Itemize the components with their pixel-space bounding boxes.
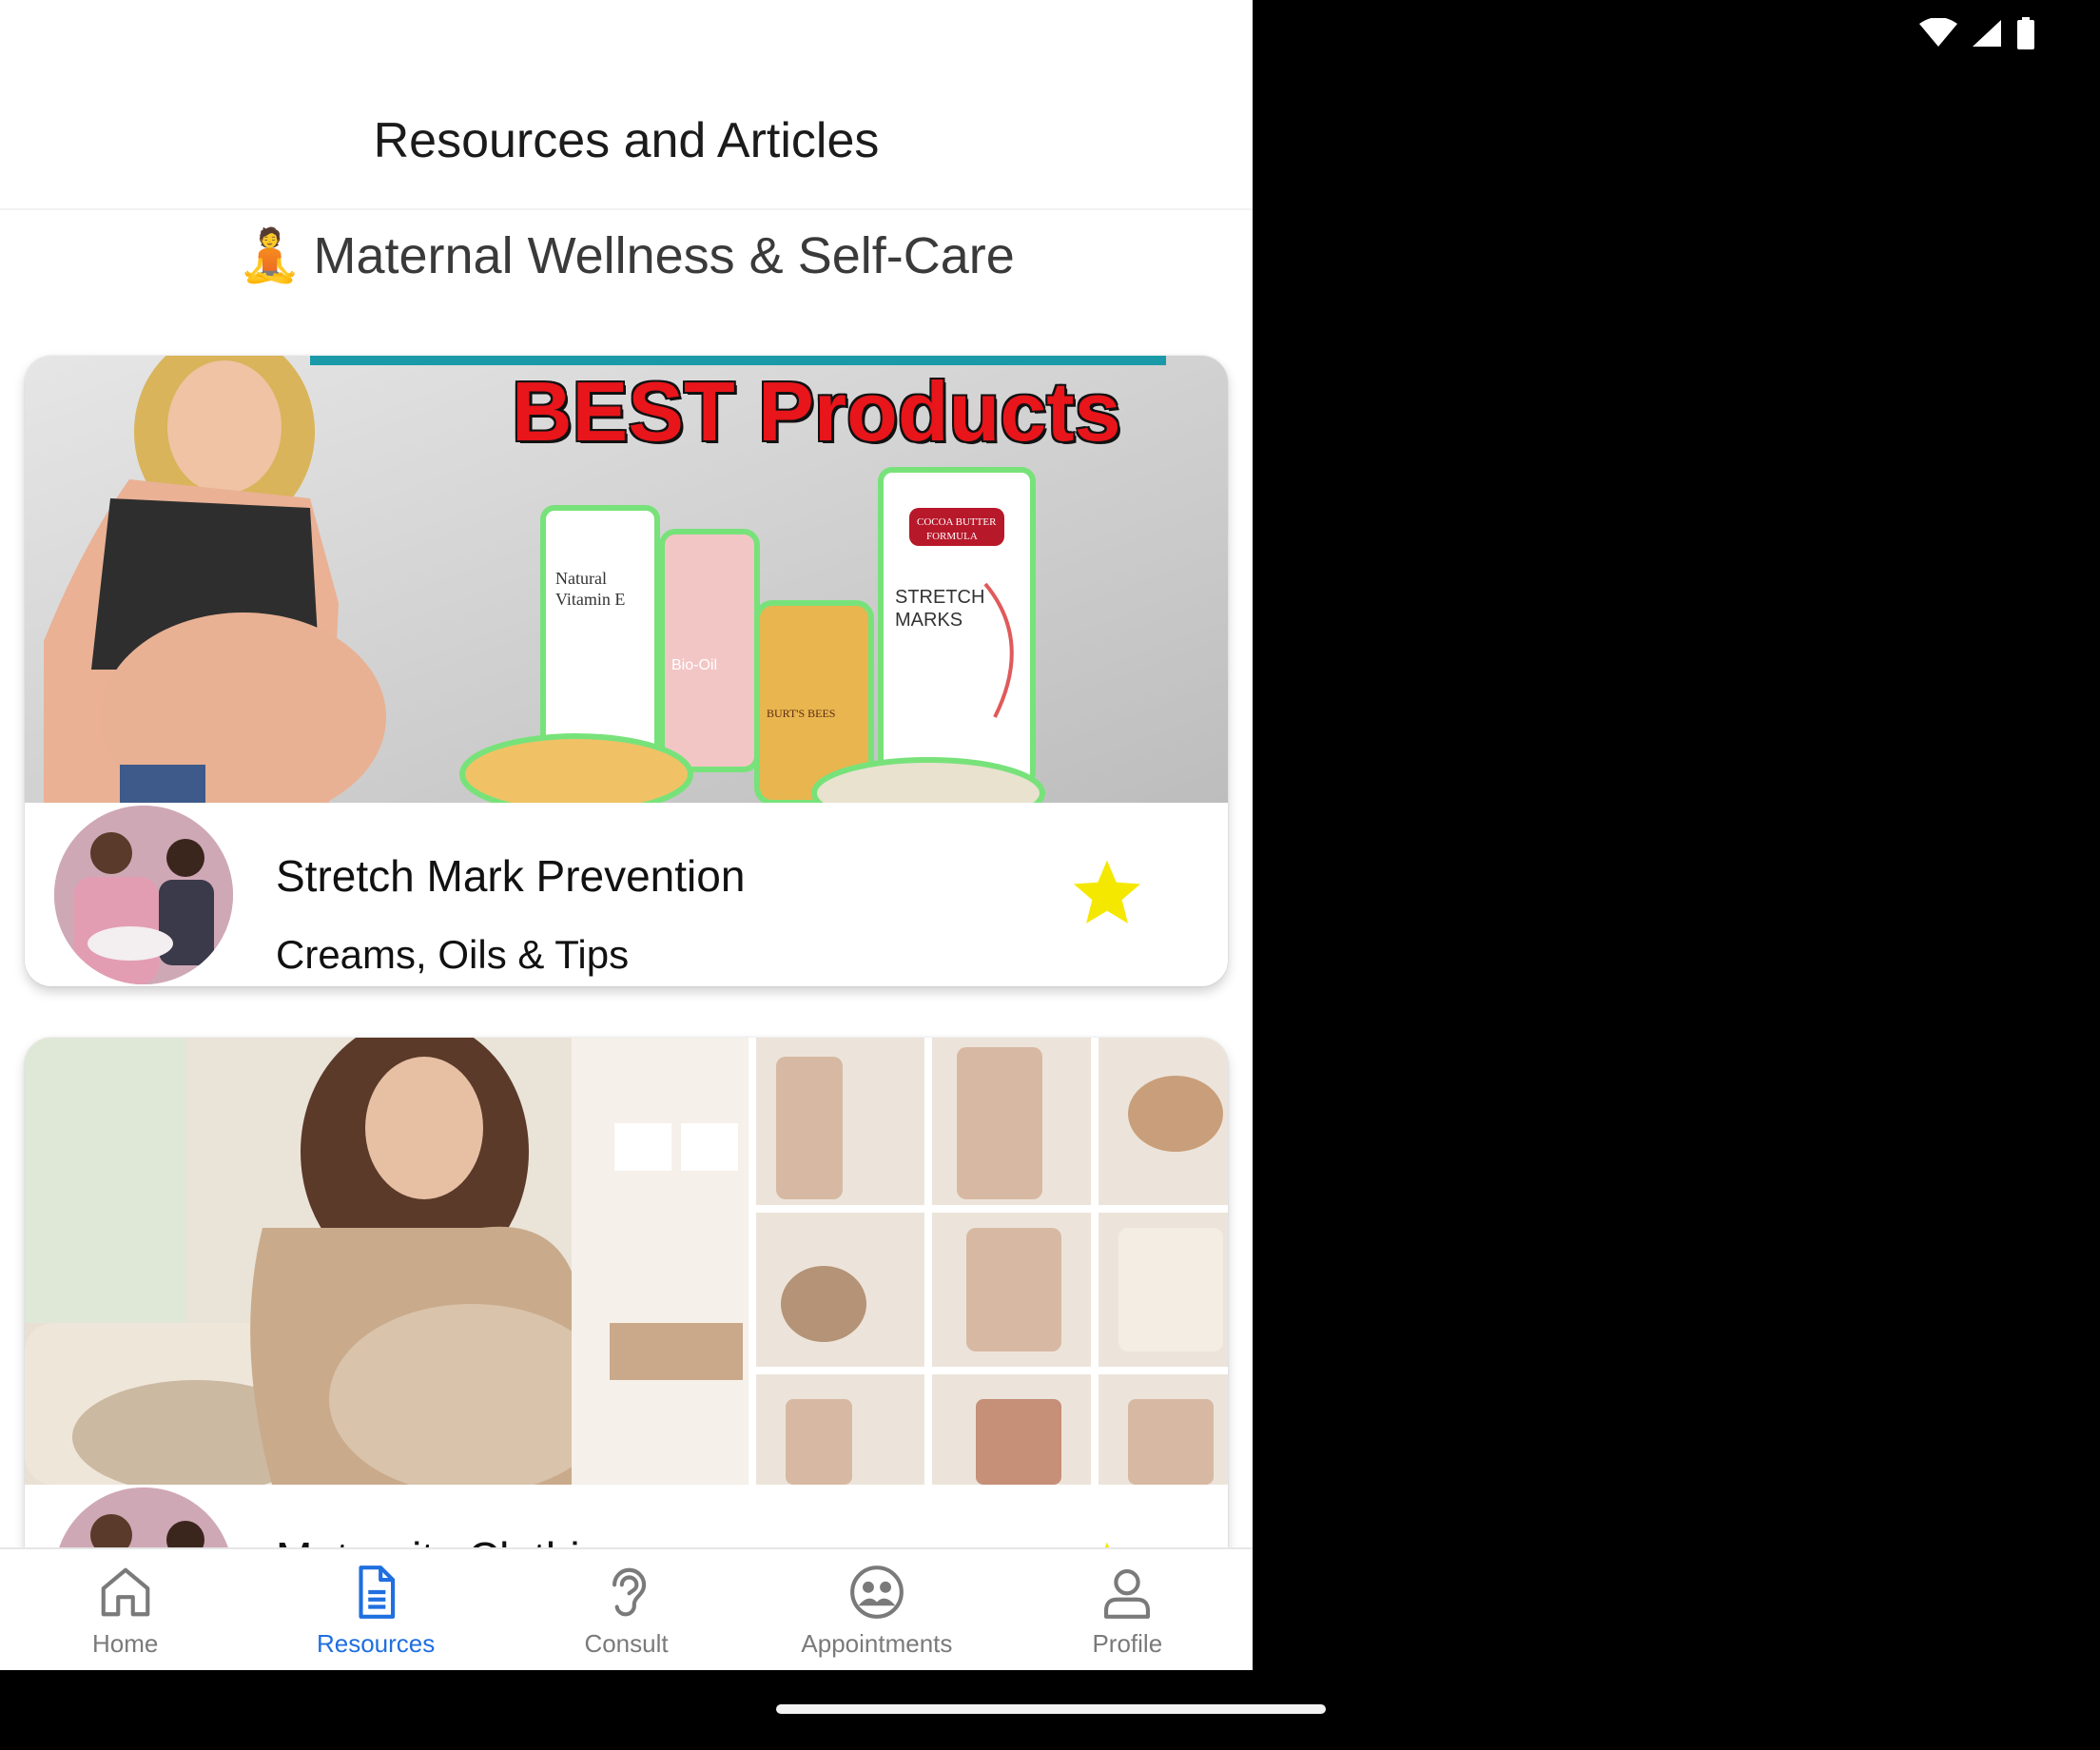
nav-profile[interactable]: Profile bbox=[1002, 1549, 1253, 1670]
avatar bbox=[54, 806, 233, 984]
app-screen: Resources and Articles 🧘 Maternal Wellnes… bbox=[0, 0, 1253, 1670]
status-bar bbox=[1919, 17, 2035, 49]
banner-headline: BEST Products bbox=[512, 364, 1121, 458]
banner-illustration bbox=[25, 1038, 1228, 1485]
svg-text:MARKS: MARKS bbox=[895, 610, 962, 631]
profile-icon bbox=[1104, 1568, 1151, 1619]
svg-text:STRETCH: STRETCH bbox=[895, 587, 984, 608]
app-header: Resources and Articles bbox=[0, 0, 1253, 210]
article-title: Stretch Mark Prevention bbox=[276, 851, 746, 901]
nav-resources-label: Resources bbox=[316, 1629, 436, 1658]
appointments-icon bbox=[850, 1565, 904, 1619]
article-banner-image bbox=[25, 1038, 1228, 1485]
svg-text:BURT'S BEES: BURT'S BEES bbox=[767, 707, 835, 720]
ear-icon bbox=[612, 1567, 646, 1617]
article-banner-image: Natural Vitamin E Bio-Oil BURT'S BEES CO… bbox=[25, 356, 1228, 803]
svg-text:Natural: Natural bbox=[555, 569, 607, 588]
nav-appointments[interactable]: Appointments bbox=[751, 1549, 1001, 1670]
nav-appointments-label: Appointments bbox=[801, 1629, 953, 1658]
svg-text:COCOA BUTTER: COCOA BUTTER bbox=[917, 516, 997, 528]
svg-text:FORMULA: FORMULA bbox=[926, 531, 978, 542]
home-icon bbox=[101, 1567, 150, 1617]
nav-consult[interactable]: Consult bbox=[501, 1549, 751, 1670]
battery-icon bbox=[2017, 17, 2034, 49]
favorite-star-icon[interactable] bbox=[1071, 858, 1143, 926]
article-card-stretch-marks[interactable]: Natural Vitamin E Bio-Oil BURT'S BEES CO… bbox=[25, 356, 1228, 986]
meditation-emoji-icon: 🧘 bbox=[238, 227, 302, 284]
article-subtitle: Creams, Oils & Tips bbox=[276, 932, 630, 977]
wifi-icon bbox=[1919, 18, 1957, 47]
section-heading-text: Maternal Wellness & Self-Care bbox=[313, 227, 1015, 284]
nav-home[interactable]: Home bbox=[0, 1549, 250, 1670]
nav-resources[interactable]: Resources bbox=[250, 1549, 500, 1670]
gesture-navigation-bar[interactable] bbox=[776, 1704, 1326, 1714]
nav-profile-label: Profile bbox=[1092, 1629, 1163, 1658]
cellular-signal-icon bbox=[1973, 20, 2001, 47]
svg-text:Vitamin E: Vitamin E bbox=[555, 590, 625, 609]
bottom-navigation: Home Resources Consult Appointments Prof… bbox=[0, 1547, 1253, 1670]
document-icon bbox=[359, 1565, 396, 1619]
svg-text:Bio-Oil: Bio-Oil bbox=[671, 657, 717, 673]
page-title: Resources and Articles bbox=[373, 113, 880, 168]
section-heading: 🧘 Maternal Wellness & Self-Care bbox=[0, 226, 1253, 286]
nav-consult-label: Consult bbox=[584, 1629, 669, 1658]
nav-home-label: Home bbox=[92, 1629, 159, 1658]
article-card-footer: Stretch Mark Prevention Creams, Oils & T… bbox=[25, 803, 1228, 986]
